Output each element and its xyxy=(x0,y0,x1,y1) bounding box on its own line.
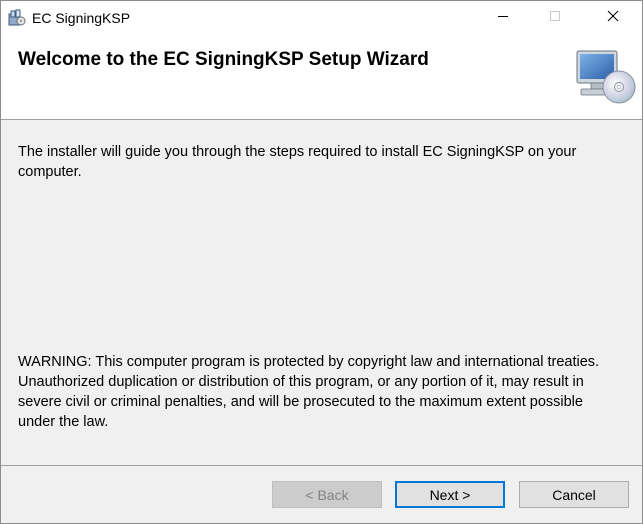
minimize-button[interactable] xyxy=(480,1,526,35)
setup-wizard-window: EC SigningKSP Welcome to the EC SigningK… xyxy=(0,0,643,524)
title-bar[interactable]: EC SigningKSP xyxy=(1,1,642,35)
window-title: EC SigningKSP xyxy=(32,10,131,26)
intro-text: The installer will guide you through the… xyxy=(18,144,577,180)
maximize-button xyxy=(532,1,578,35)
page-title: Welcome to the EC SigningKSP Setup Wizar… xyxy=(18,49,429,70)
cancel-button[interactable]: Cancel xyxy=(519,481,629,508)
maximize-icon xyxy=(549,9,561,27)
header-banner: Welcome to the EC SigningKSP Setup Wizar… xyxy=(1,35,642,120)
computer-cd-icon xyxy=(573,45,637,109)
installer-package-icon xyxy=(8,9,26,27)
close-button[interactable] xyxy=(590,1,636,35)
close-icon xyxy=(607,9,619,27)
back-button: < Back xyxy=(272,481,382,508)
minimize-icon xyxy=(497,9,509,27)
next-button[interactable]: Next > xyxy=(395,481,505,508)
footer-divider xyxy=(1,465,642,466)
copyright-warning-text: WARNING: This computer program is protec… xyxy=(18,354,600,430)
